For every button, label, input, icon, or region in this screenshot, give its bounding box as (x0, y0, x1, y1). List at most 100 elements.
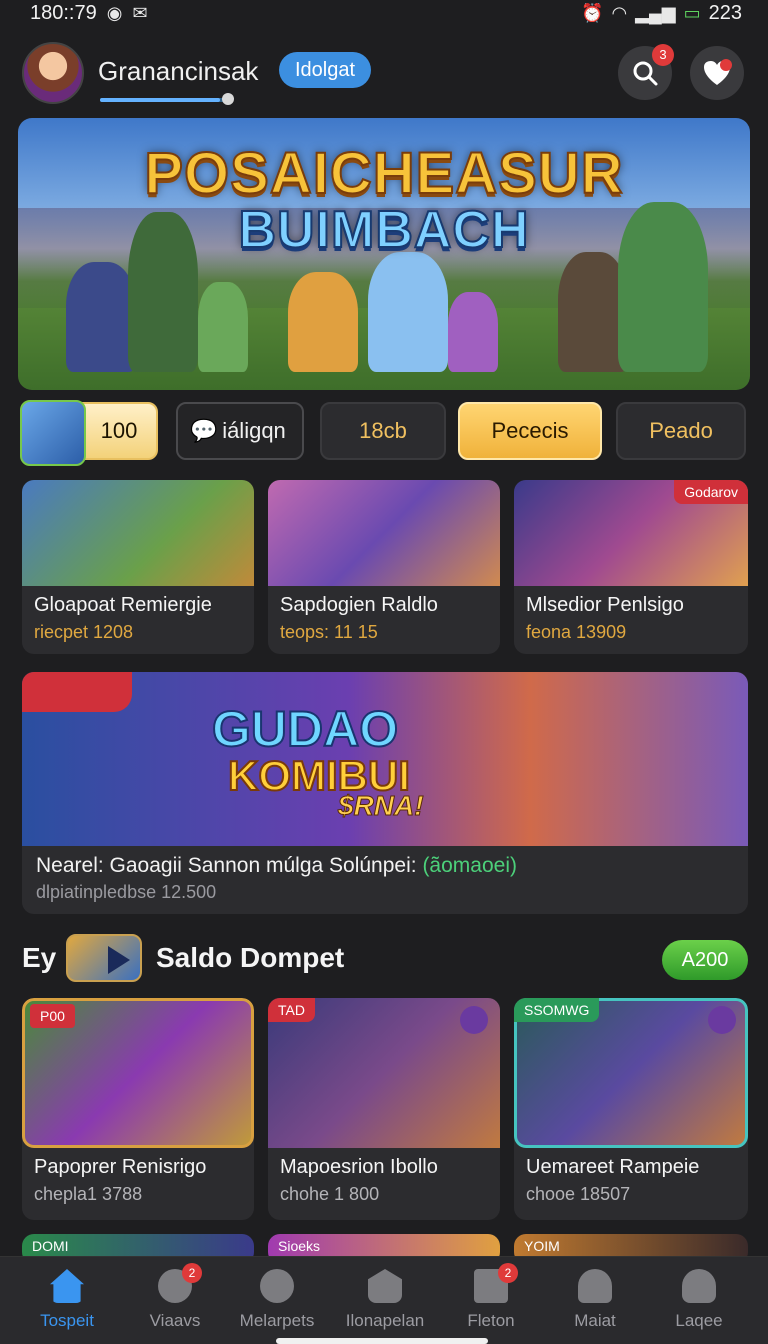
game-card[interactable]: SSOMWG Uemareet Rampeie chooe 18507 (514, 998, 748, 1220)
heart-icon (704, 59, 732, 85)
hero-character (198, 282, 248, 372)
nav-label: Maiat (574, 1311, 616, 1330)
game-ribbon: DOMI (32, 1238, 69, 1254)
game-title: Sapdogien Raldlo (280, 594, 438, 616)
username: Granancinsak (98, 56, 259, 86)
chip-label: 18cb (359, 418, 407, 443)
game-players: chooe 18507 (526, 1184, 631, 1204)
game-players: riecpet 1208 (34, 622, 134, 642)
nav-profile[interactable]: Laqee (644, 1257, 754, 1344)
promo-caption: Nearel: Gaoagii Sannon múlga Solúnpei: (… (36, 854, 517, 878)
nav-badge: 2 (498, 1263, 518, 1283)
treasure-icon (20, 400, 86, 466)
game-title: Mlsedior Penlsigo (526, 594, 684, 616)
level-progress-handle (222, 93, 234, 105)
game-thumbnail (268, 480, 500, 586)
game-title: Uemareet Rampeie (526, 1156, 700, 1178)
chip-pececis[interactable]: Pececis (458, 402, 602, 460)
chip-label: 100 (100, 418, 138, 443)
nav-community[interactable]: Maiat (540, 1257, 650, 1344)
game-card[interactable]: P00 Papoprer Renisrigo chepla1 3788 (22, 998, 254, 1220)
hero-subtitle: BUIMBACH (237, 200, 530, 260)
game-card[interactable]: TAD Mapoesrion Ibollo chohe 1 800 (268, 998, 500, 1220)
nav-shop[interactable]: Ilonapelan (330, 1257, 440, 1344)
promo-ribbon (22, 672, 132, 712)
game-players: feona 13909 (526, 622, 627, 642)
nav-label: Fleton (467, 1311, 515, 1330)
building-icon (368, 1269, 402, 1303)
game-title: Papoprer Renisrigo (34, 1156, 207, 1178)
chip-coins[interactable]: 100 (20, 400, 158, 466)
play-icon (66, 934, 142, 982)
nav-markets[interactable]: Melarpets (222, 1257, 332, 1344)
hero-character (368, 252, 448, 372)
notification-icon: ◉ (106, 2, 123, 23)
promo-banner[interactable]: GUDAO KOMIBUI $RNA! Nearel: Gaoagii Sann… (22, 672, 748, 914)
hero-character (66, 262, 136, 372)
bottom-nav: Tospeit 2 Viaavs Melarpets Ilonapelan 2 … (0, 1256, 768, 1344)
status-time: 180::79 (30, 1, 97, 24)
signal-icon: ▂▄▆ (635, 2, 676, 23)
game-players: teops: 11 15 (280, 622, 378, 642)
game-title: Mapoesrion Ibollo (280, 1156, 438, 1178)
game-players: chepla1 3788 (34, 1184, 143, 1204)
promo-sub: dlpiatinpledbse 12.500 (36, 882, 217, 902)
section-pill-button[interactable]: A200 (662, 940, 748, 980)
game-ribbon: TAD (268, 998, 315, 1022)
level-progress-bar (100, 98, 230, 102)
promo-title: GUDAO (211, 700, 399, 758)
game-ribbon: YOIM (524, 1238, 560, 1254)
nav-label: Tospeit (40, 1311, 94, 1330)
favorites-button[interactable] (690, 46, 744, 100)
game-players: chohe 1 800 (280, 1184, 380, 1204)
chip-18cb[interactable]: 18cb (320, 402, 446, 460)
chip-messages[interactable]: 💬 iáligqn (176, 402, 304, 460)
wifi-icon: ◠ (611, 2, 628, 23)
top-header: Granancinsak Idolgat 3 (0, 38, 768, 110)
nav-home[interactable]: Tospeit (12, 1257, 122, 1344)
promo-caption-text: Nearel: Gaoagii Sannon múlga Solúnpei: (36, 854, 417, 877)
chip-label: Pececis (491, 418, 569, 443)
search-button[interactable]: 3 (618, 44, 674, 100)
nav-label: Melarpets (239, 1311, 315, 1330)
game-ribbon: Sioeks (278, 1238, 321, 1254)
game-card[interactable]: Gloapoat Remiergie riecpet 1208 (22, 480, 254, 654)
game-card[interactable]: Godarov Mlsedior Penlsigo feona 13909 (514, 480, 748, 654)
battery-level: 223 (708, 1, 742, 24)
status-bar: 180::79 ◉ ✉ ⏰ ◠ ▂▄▆ ▭ 223 (0, 0, 768, 26)
user-tag-badge[interactable]: Idolgat (279, 52, 372, 88)
bookmark-icon[interactable] (460, 1006, 488, 1034)
nav-inbox[interactable]: 2 Fleton (436, 1257, 546, 1344)
promo-link[interactable]: (ãomaoei) (422, 854, 517, 877)
person-icon (578, 1269, 612, 1303)
battery-icon: ▭ (683, 2, 701, 23)
home-indicator[interactable] (276, 1338, 488, 1344)
alarm-icon: ⏰ (581, 2, 604, 23)
filter-chips: 100 💬 iáligqn 18cb Pececis Peado (20, 400, 746, 466)
promo-tagline: $RNA! (338, 790, 425, 822)
no-entry-icon (260, 1269, 294, 1303)
hero-character (288, 272, 358, 372)
chip-label: iáligqn (222, 418, 286, 443)
section-prefix: Ey (22, 942, 57, 973)
chip-label: Peado (649, 418, 713, 443)
nav-label: Viaavs (149, 1311, 201, 1330)
profile-icon (682, 1269, 716, 1303)
avatar[interactable] (22, 42, 84, 104)
mail-icon: ✉ (132, 2, 148, 23)
hero-title: POSAICHEASUR (143, 140, 624, 207)
nav-badge: 2 (182, 1263, 202, 1283)
hero-banner[interactable]: POSAICHEASUR BUIMBACH (18, 118, 750, 390)
game-card[interactable]: Sapdogien Raldlo teops: 11 15 (268, 480, 500, 654)
chip-peado[interactable]: Peado (616, 402, 746, 460)
section-title: Saldo Dompet (156, 942, 345, 973)
game-ribbon: P00 (30, 1004, 75, 1028)
game-thumbnail (22, 480, 254, 586)
nav-videos[interactable]: 2 Viaavs (120, 1257, 230, 1344)
hero-character (448, 292, 498, 372)
game-title: Gloapoat Remiergie (34, 594, 212, 616)
game-ribbon: SSOMWG (514, 998, 600, 1022)
bookmark-icon[interactable] (708, 1006, 736, 1034)
app-screen: 180::79 ◉ ✉ ⏰ ◠ ▂▄▆ ▭ 223 Granancinsak I… (0, 0, 768, 1344)
nav-label: Laqee (675, 1311, 723, 1330)
